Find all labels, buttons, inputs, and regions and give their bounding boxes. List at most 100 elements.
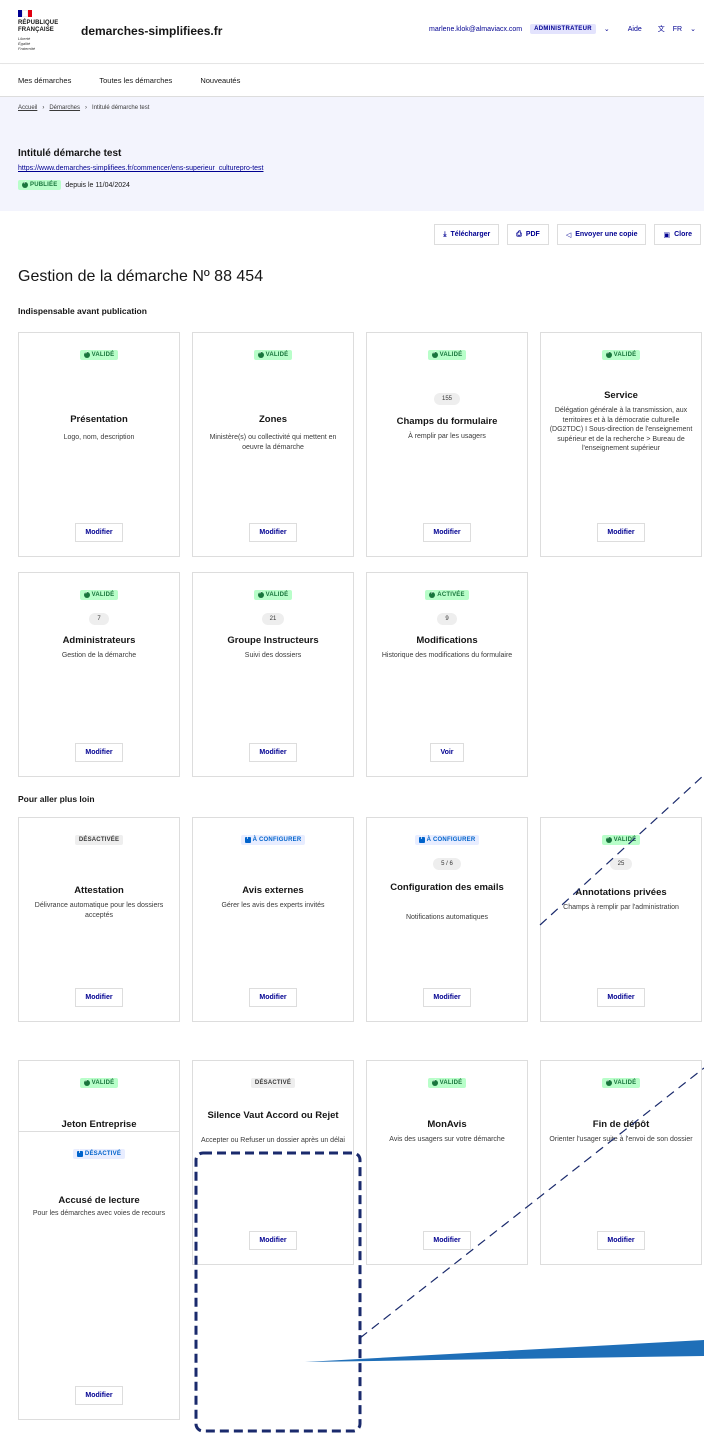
translate-icon: 文	[657, 26, 665, 33]
blue-arrow-shape	[305, 1340, 704, 1362]
card-badge-wrap: VALIDÉ	[19, 350, 179, 360]
card-description: Suivi des dossiers	[244, 652, 302, 659]
settings-card: VALIDÉ 7 Administrateurs Gestion de la déma…	[18, 572, 180, 777]
card-description: Notifications automatiques	[405, 914, 489, 921]
card-button-wrap: Voir	[367, 743, 527, 762]
card-title: Attestation	[74, 885, 124, 896]
card-badge-wrap: DÉSACTIVÉ	[193, 1078, 353, 1088]
section-further-title: Pour aller plus loin	[18, 794, 95, 804]
nav-mes-demarches[interactable]: Mes démarches	[18, 76, 71, 85]
lang-chevron-icon[interactable]: ⌄	[690, 25, 696, 33]
card-title: Accusé de lecture	[58, 1195, 140, 1206]
nav-nouveautes[interactable]: Nouveautés	[200, 76, 240, 85]
status-since: depuis le 11/04/2024	[65, 181, 130, 189]
modify-button[interactable]: Modifier	[597, 523, 645, 542]
modify-button[interactable]: Modifier	[423, 988, 471, 1007]
card-title: Administrateurs	[62, 635, 136, 646]
help-link[interactable]: Aide	[628, 26, 642, 33]
count-value: 9	[437, 613, 457, 625]
modify-button[interactable]: Modifier	[597, 988, 645, 1007]
breadcrumb-accueil[interactable]: Accueil	[18, 105, 37, 111]
modify-button[interactable]: Modifier	[249, 743, 297, 762]
modify-button[interactable]: Modifier	[75, 988, 123, 1007]
send-copy-button[interactable]: ◁ Envoyer une copie	[556, 224, 647, 245]
card-badge-wrap: VALIDÉ	[367, 350, 527, 360]
card-description: Pour les démarches avec voies de recours	[32, 1210, 166, 1217]
chevron-down-icon[interactable]: ⌄	[604, 25, 610, 33]
procedure-url[interactable]: https://www.demarches-simplifiees.fr/com…	[18, 165, 263, 172]
card-title: Modifications	[416, 635, 478, 646]
republic-logo[interactable]: RÉPUBLIQUE FRANÇAISE Liberté Égalité Fra…	[18, 10, 66, 51]
settings-card: VALIDÉ MonAvis Avis des usagers sur votre …	[366, 1060, 528, 1265]
status-badge-label: À CONFIGURER	[426, 837, 476, 843]
nav-toutes-demarches[interactable]: Toutes les démarches	[99, 76, 172, 85]
count-value: 21	[261, 613, 285, 625]
settings-card: DÉSACTIVÉ Accusé de lecture Pour les démar…	[18, 1131, 180, 1420]
check-circle-icon	[605, 1078, 612, 1086]
check-circle-icon	[605, 835, 612, 843]
check-circle-icon	[257, 350, 264, 358]
status-badge: À CONFIGURER	[414, 835, 480, 845]
settings-card: À CONFIGURER 5 / 6 Configuration des email…	[366, 817, 528, 1022]
calendar-icon: ▣	[663, 231, 671, 239]
settings-card: À CONFIGURER Avis externes Gérer les avis …	[192, 817, 354, 1022]
status-badge: VALIDÉ	[427, 1078, 467, 1088]
modify-button[interactable]: Modifier	[423, 1231, 471, 1250]
settings-card: DÉSACTIVÉE Attestation Délivrance automati…	[18, 817, 180, 1022]
main-nav: Mes démarches Toutes les démarches Nouve…	[0, 65, 704, 97]
status-badge: DÉSACTIVÉE	[74, 835, 124, 845]
procedure-title: Intitulé démarche test	[18, 148, 122, 159]
modify-button[interactable]: Modifier	[249, 523, 297, 542]
site-name-link[interactable]: demarches-simplifiees.fr	[81, 24, 222, 38]
status-badge: PUBLIÉE	[18, 180, 62, 190]
close-label: Clore	[674, 231, 692, 238]
action-buttons: ⤓ Télécharger ⎙ PDF ◁ Envoyer une copie ▣ Cl…	[434, 224, 701, 245]
lang-selector[interactable]: FR	[673, 26, 682, 33]
status-badge: À CONFIGURER	[240, 835, 306, 845]
modify-button[interactable]: Modifier	[75, 743, 123, 762]
motto-fraternite: Fraternité	[18, 46, 36, 51]
close-procedure-button[interactable]: ▣ Clore	[654, 224, 701, 245]
count-pill: 155	[367, 393, 527, 405]
modify-button[interactable]: Modifier	[249, 1231, 297, 1250]
modify-button[interactable]: Modifier	[249, 988, 297, 1007]
count-pill: 5 / 6	[367, 858, 527, 870]
status-badge-label: ACTIVÉE	[437, 592, 465, 598]
status-badge: VALIDÉ	[427, 350, 467, 360]
status-badge: ACTIVÉE	[425, 590, 469, 600]
card-badge-wrap: VALIDÉ	[541, 1078, 701, 1088]
card-button-wrap: Modifier	[19, 1386, 179, 1405]
settings-card: ACTIVÉE 9 Modifications Historique des modi…	[366, 572, 528, 777]
modify-button[interactable]: Modifier	[75, 523, 123, 542]
user-email[interactable]: marlene.klok@almaviacx.com	[429, 26, 522, 33]
send-icon: ◁	[565, 231, 572, 239]
modify-button[interactable]: Modifier	[597, 1231, 645, 1250]
modify-button[interactable]: Modifier	[75, 1386, 123, 1405]
breadcrumb-demarches[interactable]: Démarches	[49, 105, 80, 111]
flag-icon	[18, 10, 32, 17]
modify-button[interactable]: Modifier	[423, 523, 471, 542]
card-description: Avis des usagers sur votre démarche	[389, 1136, 505, 1143]
status-badge: VALIDÉ	[253, 350, 293, 360]
card-badge-wrap: DÉSACTIVÉE	[19, 835, 179, 845]
view-button[interactable]: Voir	[430, 743, 464, 762]
pdf-button[interactable]: ⎙ PDF	[507, 224, 549, 245]
logo-text-line2: FRANÇAISE	[18, 27, 54, 33]
card-description: Gérer les avis des experts invités	[221, 902, 325, 909]
status-badge: VALIDÉ	[79, 350, 119, 360]
settings-card: VALIDÉ 21 Groupe Instructeurs Suivi des dos…	[192, 572, 354, 777]
card-description: Orienter l'usager suite à l'envoi de son…	[549, 1136, 693, 1143]
card-badge-wrap: À CONFIGURER	[367, 835, 527, 845]
status-badge-label: DÉSACTIVÉ	[84, 1151, 122, 1157]
status-badge-label: VALIDÉ	[91, 1080, 115, 1086]
card-title: Fin de dépôt	[592, 1119, 650, 1130]
role-badge: ADMINISTRATEUR	[530, 24, 596, 34]
status-badge-label: VALIDÉ	[439, 352, 463, 358]
download-button[interactable]: ⤓ Télécharger	[434, 224, 500, 245]
card-badge-wrap: VALIDÉ	[19, 1078, 179, 1088]
settings-card: DÉSACTIVÉ Silence Vaut Accord ou Rejet Acc…	[192, 1060, 354, 1265]
count-value: 155	[433, 393, 460, 405]
card-description: Accepter ou Refuser un dossier après un …	[201, 1137, 345, 1144]
card-badge-wrap: VALIDÉ	[193, 590, 353, 600]
user-area: marlene.klok@almaviacx.com ADMINISTRATEU…	[429, 24, 696, 34]
